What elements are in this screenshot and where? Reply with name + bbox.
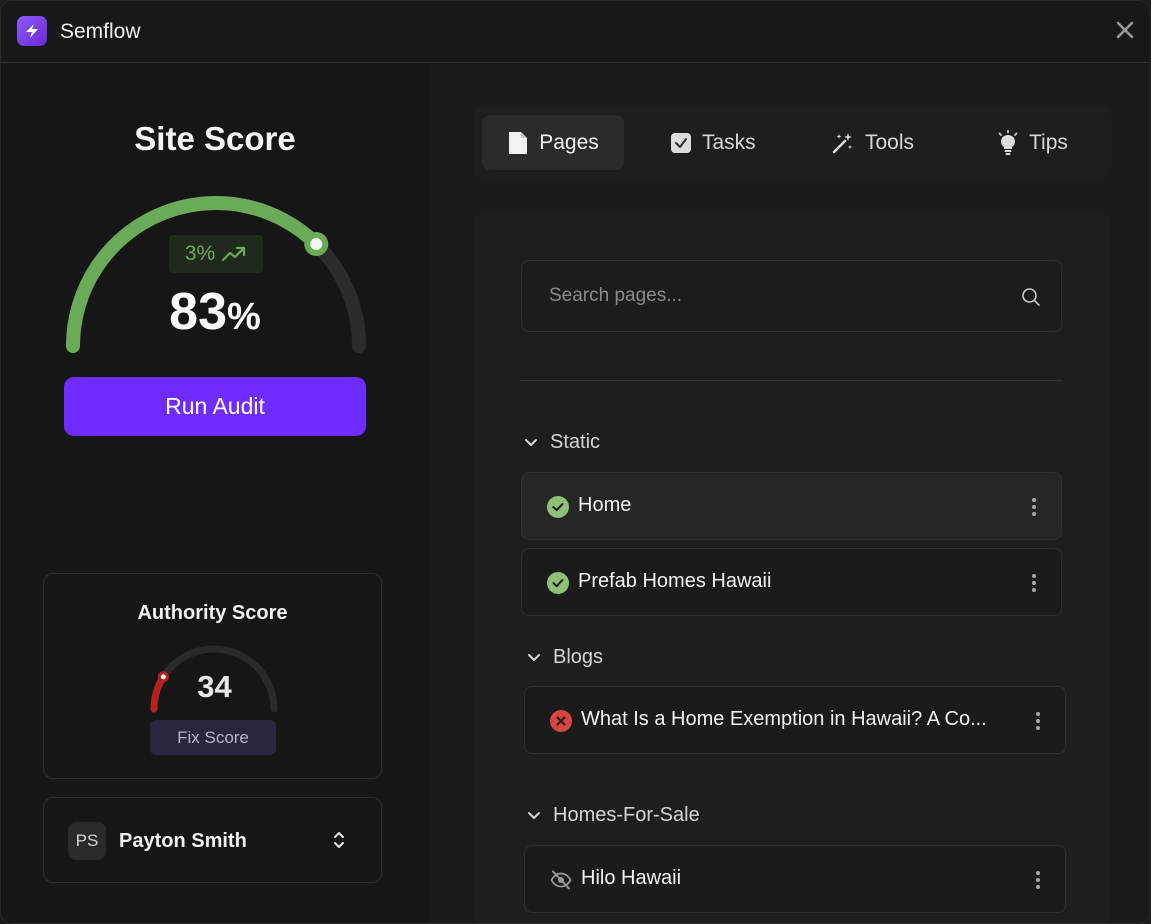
more-options-icon[interactable] xyxy=(1035,711,1041,731)
more-options-icon[interactable] xyxy=(1035,870,1041,890)
tab-label: Pages xyxy=(539,130,599,154)
page-title: What Is a Home Exemption in Hawaii? A Co… xyxy=(581,708,987,730)
authority-score-card: Authority Score 34 Fix Score xyxy=(43,573,382,779)
tab-tasks[interactable]: Tasks xyxy=(654,115,772,170)
tab-label: Tasks xyxy=(702,130,756,154)
fix-score-button[interactable]: Fix Score xyxy=(150,720,276,755)
more-options-icon[interactable] xyxy=(1031,497,1037,517)
chevron-up-down-icon xyxy=(334,832,344,848)
group-label: Static xyxy=(550,431,601,453)
pages-panel: Static Home Prefab Homes Hawaii Blogs Wh… xyxy=(474,212,1110,923)
magic-wand-icon xyxy=(832,132,852,153)
page-title: Prefab Homes Hawaii xyxy=(578,570,772,592)
page-title: Home xyxy=(578,494,632,516)
site-score-unit: % xyxy=(227,296,261,338)
search-box xyxy=(521,260,1062,332)
trending-up-icon xyxy=(222,246,246,262)
group-homes-for-sale[interactable]: Homes-For-Sale xyxy=(527,804,700,827)
tab-pages[interactable]: Pages xyxy=(482,115,624,170)
close-icon[interactable] xyxy=(1114,19,1136,41)
group-static[interactable]: Static xyxy=(524,431,600,454)
search-icon[interactable] xyxy=(1021,287,1041,307)
app-title: Semflow xyxy=(60,20,141,43)
lightbulb-icon xyxy=(998,129,1018,155)
chevron-down-icon xyxy=(528,653,540,661)
tab-bar: Pages Tasks Tools Tips xyxy=(474,107,1112,179)
tab-label: Tools xyxy=(865,130,915,154)
site-score-value: 83% xyxy=(1,282,429,342)
right-panel: Pages Tasks Tools Tips Search pages... S… xyxy=(429,64,1150,923)
user-name: Payton Smith xyxy=(119,830,247,852)
site-score-number: 83 xyxy=(169,283,228,341)
site-score-title: Site Score xyxy=(134,120,296,157)
chevron-down-icon xyxy=(528,811,540,819)
search-input[interactable] xyxy=(522,261,1061,331)
trend-badge: 3% xyxy=(169,235,263,273)
eye-off-icon xyxy=(550,870,572,890)
check-circle-icon xyxy=(547,496,569,518)
list-item[interactable]: Prefab Homes Hawaii xyxy=(521,548,1062,616)
authority-score-title: Authority Score xyxy=(137,602,288,624)
app-window: Semflow Site Score 3% 83% Run Audit Auth… xyxy=(0,0,1151,924)
semflow-logo xyxy=(17,16,47,46)
title-bar: Semflow xyxy=(1,1,1150,63)
list-item[interactable]: What Is a Home Exemption in Hawaii? A Co… xyxy=(524,686,1066,754)
trend-value: 3% xyxy=(184,242,216,265)
chevron-down-icon xyxy=(525,438,537,446)
page-title: Hilo Hawaii xyxy=(581,867,682,889)
page-icon xyxy=(509,131,528,154)
left-panel: Site Score 3% 83% Run Audit Authority Sc… xyxy=(1,64,429,923)
divider xyxy=(520,380,1062,381)
group-label: Homes-For-Sale xyxy=(553,804,700,826)
checkbox-icon xyxy=(671,132,691,153)
tab-label: Tips xyxy=(1029,130,1068,154)
error-circle-icon xyxy=(550,710,572,732)
check-circle-icon xyxy=(547,572,569,594)
tab-tools[interactable]: Tools xyxy=(815,115,930,170)
tab-tips[interactable]: Tips xyxy=(981,115,1084,170)
more-options-icon[interactable] xyxy=(1031,573,1037,593)
list-item[interactable]: Hilo Hawaii xyxy=(524,845,1066,913)
avatar: PS xyxy=(68,822,106,860)
user-switcher[interactable]: PS Payton Smith xyxy=(43,797,382,883)
run-audit-button[interactable]: Run Audit xyxy=(64,377,366,436)
authority-score-value: 34 xyxy=(197,669,232,704)
list-item[interactable]: Home xyxy=(521,472,1062,540)
group-label: Blogs xyxy=(553,646,604,668)
group-blogs[interactable]: Blogs xyxy=(527,646,603,669)
